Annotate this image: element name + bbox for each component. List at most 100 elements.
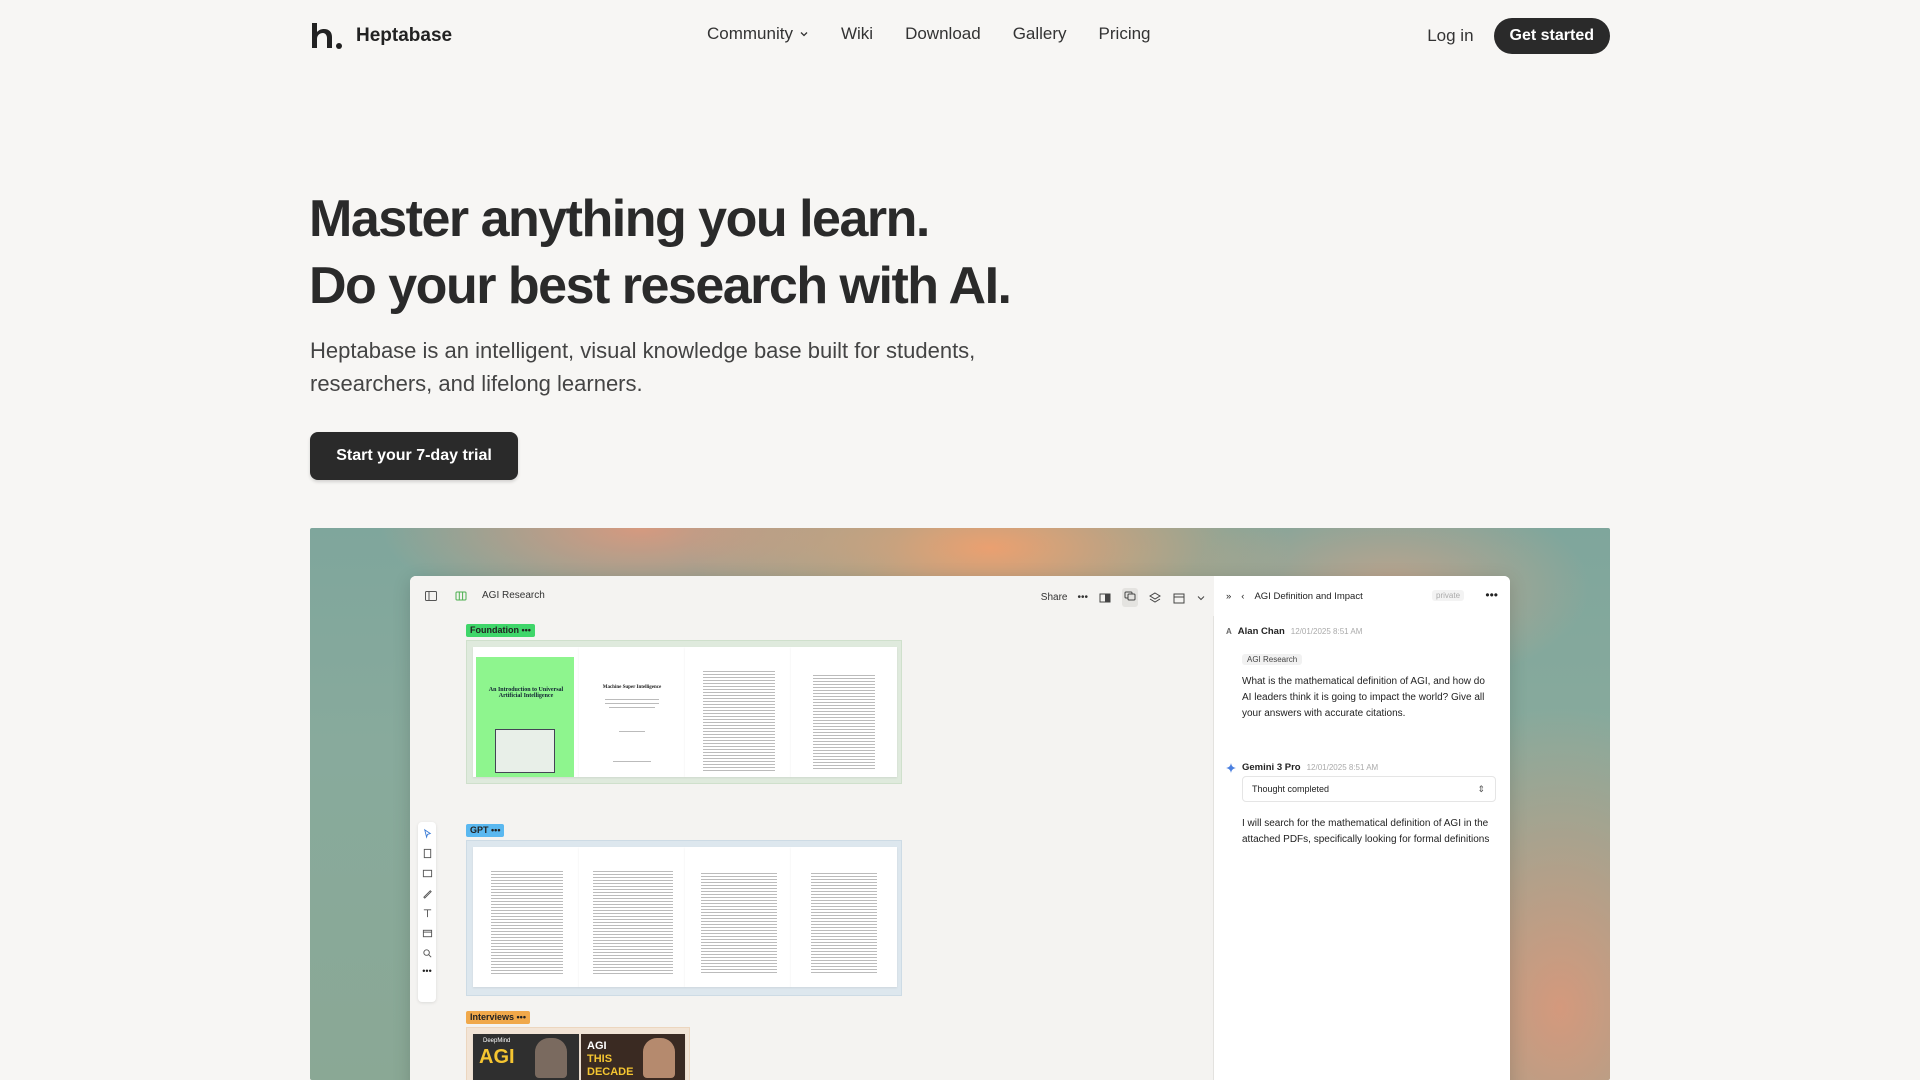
text-line <box>609 707 655 708</box>
calendar-icon[interactable] <box>1172 591 1186 605</box>
group-tag-interviews[interactable]: Interviews ••• <box>466 1011 530 1024</box>
nav-link-gallery[interactable]: Gallery <box>1013 24 1067 44</box>
context-chip[interactable]: AGI Research <box>1242 654 1303 665</box>
paper-body-text <box>701 873 777 973</box>
chat-toggle[interactable] <box>1122 588 1138 607</box>
select-tool-icon[interactable] <box>422 828 433 839</box>
chevron-down-icon[interactable] <box>1196 593 1206 603</box>
paper-title: Machine Super Intelligence <box>602 685 662 690</box>
brand-name: Heptabase <box>356 25 453 46</box>
more-tools-icon[interactable]: ••• <box>422 967 431 976</box>
paper-card[interactable]: An Introduction to Universal Artificial … <box>473 647 579 777</box>
nav-link-download[interactable]: Download <box>905 24 981 44</box>
nav-link-label: Pricing <box>1098 24 1151 43</box>
collapse-panel-icon[interactable]: » <box>1226 591 1231 602</box>
user-question: What is the mathematical definition of A… <box>1242 676 1485 719</box>
brand-logo[interactable]: Heptabase <box>310 20 452 52</box>
more-icon[interactable]: ••• <box>1485 588 1498 602</box>
layers-icon[interactable] <box>1148 591 1162 605</box>
group-tag-foundation[interactable]: Foundation ••• <box>466 624 535 637</box>
nav-link-label: Wiki <box>840 24 874 43</box>
paper-card[interactable] <box>791 847 897 987</box>
message-timestamp: 12/01/2025 8:51 AM <box>1306 763 1379 772</box>
sidebar-toggle-icon[interactable] <box>424 589 438 603</box>
thought-label: Thought completed <box>1252 784 1330 794</box>
back-icon[interactable]: ‹ <box>1241 591 1244 602</box>
share-button[interactable]: Share <box>1041 592 1068 603</box>
gemini-sparkle-icon <box>1226 762 1236 773</box>
paper-body-text <box>813 675 875 771</box>
thought-collapsible[interactable]: Thought completed ⇕ <box>1242 776 1496 802</box>
model-name: Gemini 3 Pro <box>1242 762 1301 773</box>
text-line <box>605 699 659 700</box>
video-card[interactable]: AGI THIS DECADE <box>581 1034 685 1080</box>
workspace-title: AGI Research <box>482 590 545 601</box>
group-label: GPT <box>470 825 489 835</box>
paper-body-text <box>811 873 877 973</box>
paper-body-text <box>703 671 775 771</box>
whiteboard-topbar: AGI Research Share ••• <box>410 576 1214 616</box>
ai-chat-panel: » ‹ AGI Definition and Impact private ••… <box>1216 576 1510 1080</box>
paper-illustration <box>495 729 555 773</box>
tool-palette: ••• <box>418 822 436 1002</box>
video-person <box>535 1038 567 1078</box>
section-tool-icon[interactable] <box>422 928 433 939</box>
chat-title: AGI Definition and Impact <box>1254 590 1363 602</box>
text-line <box>613 761 651 762</box>
nav-link-wiki[interactable]: Wiki <box>841 24 873 44</box>
paper-card[interactable] <box>473 847 579 987</box>
whiteboard-icon <box>455 591 467 601</box>
nav-link-pricing[interactable]: Pricing <box>1099 24 1151 44</box>
text-tool-icon[interactable] <box>422 908 433 919</box>
private-badge[interactable]: private <box>1432 590 1465 601</box>
nav-link-label: Community <box>707 24 793 43</box>
hero-title: Master anything you learn. Do your best … <box>309 186 1012 320</box>
text-line <box>605 703 659 704</box>
chevron-down-icon <box>800 32 808 37</box>
paper-card[interactable] <box>791 647 897 777</box>
expand-toggle-icon: ⇕ <box>1477 784 1485 794</box>
group-interviews: DeepMind AGI AGI THIS DECADE <box>466 1027 690 1080</box>
card-tool-icon[interactable] <box>422 848 433 859</box>
nav-link-label: Download <box>905 24 981 43</box>
more-icon[interactable]: ••• <box>1077 592 1088 603</box>
paper-card[interactable] <box>685 647 791 777</box>
heptabase-logo-icon <box>312 23 342 49</box>
video-title: DECADE <box>587 1066 634 1078</box>
nav-links: Community Wiki Download Gallery Pricing <box>707 24 1151 44</box>
group-tag-gpt[interactable]: GPT ••• <box>466 824 505 837</box>
group-label: Interviews <box>470 1012 515 1022</box>
chat-icon <box>1124 591 1136 601</box>
split-view-icon[interactable] <box>1098 591 1112 605</box>
paper-body-text <box>593 871 673 975</box>
search-icon[interactable] <box>422 948 433 959</box>
chat-header: » ‹ AGI Definition and Impact <box>1216 576 1510 616</box>
hero-subtitle: Heptabase is an intelligent, visual know… <box>310 338 976 396</box>
paper-body-text <box>491 871 563 975</box>
text-line <box>619 731 645 732</box>
media-tool-icon[interactable] <box>422 868 433 879</box>
pen-tool-icon[interactable] <box>422 888 433 899</box>
paper-title: An Introduction to Universal Artificial … <box>488 687 564 699</box>
hero-title-line-1: Master anything you learn. <box>309 190 930 248</box>
ai-answer: I will search for the mathematical defin… <box>1242 818 1490 845</box>
group-gpt <box>466 840 902 996</box>
user-name: Alan Chan <box>1237 626 1285 637</box>
start-trial-button[interactable]: Start your 7-day trial <box>310 432 518 480</box>
whiteboard-pane: AGI Research Share ••• Foundation ••• An… <box>410 576 1214 1080</box>
product-showcase: AGI Research Share ••• Foundation ••• An… <box>310 528 1610 1080</box>
paper-card[interactable]: Machine Super Intelligence <box>579 647 685 777</box>
get-started-button[interactable]: Get started <box>1493 18 1610 54</box>
paper-card[interactable] <box>579 847 685 987</box>
nav-link-label: Gallery <box>1012 24 1067 43</box>
hero-title-line-2: Do your best research with AI. <box>309 257 1012 315</box>
login-link[interactable]: Log in <box>1427 26 1473 46</box>
video-card[interactable]: DeepMind AGI <box>473 1034 579 1080</box>
video-title: AGI <box>587 1040 607 1052</box>
app-window: AGI Research Share ••• Foundation ••• An… <box>410 576 1510 1080</box>
nav-link-community[interactable]: Community <box>707 24 809 44</box>
user-message-header: A Alan Chan 12/01/2025 8:51 AM <box>1226 626 1362 637</box>
whiteboard-toolbar-right: Share ••• <box>1041 588 1206 607</box>
message-timestamp: 12/01/2025 8:51 AM <box>1290 627 1363 636</box>
paper-card[interactable] <box>685 847 791 987</box>
